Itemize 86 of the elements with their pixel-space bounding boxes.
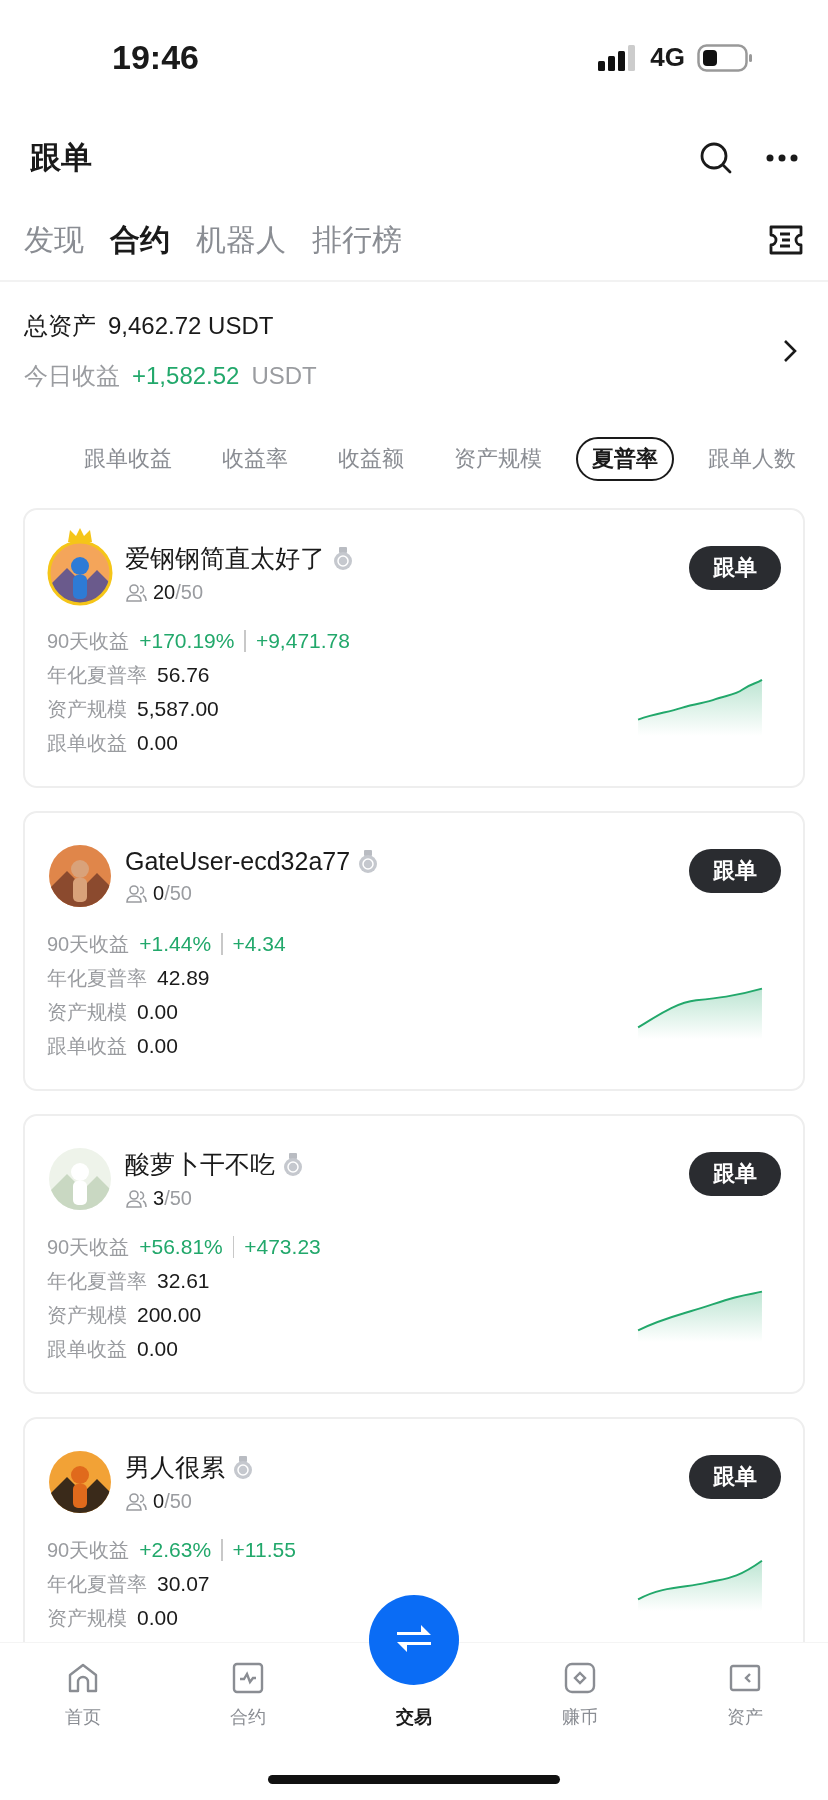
chevron-right-icon[interactable] bbox=[782, 338, 798, 364]
sort-chip[interactable]: 夏普率 bbox=[576, 437, 674, 481]
stat-label: 90天收益 bbox=[47, 931, 130, 957]
medal-icon bbox=[358, 849, 379, 874]
nav-label[interactable]: 赚币 bbox=[561, 1705, 598, 1729]
status-time: 19:46 bbox=[112, 38, 199, 77]
follower-count: 3 bbox=[153, 1187, 165, 1210]
currency-label: USDT bbox=[251, 362, 317, 390]
tab[interactable]: 发现 bbox=[24, 219, 84, 261]
stat-value: 30.07 bbox=[157, 1572, 210, 1596]
people-icon bbox=[125, 1188, 147, 1209]
today-profit-value: +1,582.52 bbox=[132, 362, 240, 390]
network-label: 4G bbox=[650, 42, 685, 73]
stat-value: 5,587.00 bbox=[137, 697, 219, 721]
sort-chip[interactable]: 资产规模 bbox=[438, 437, 558, 481]
follow-button[interactable]: 跟单 bbox=[689, 546, 781, 590]
follower-count: 20 bbox=[153, 581, 176, 604]
stat-value: 0.00 bbox=[137, 1606, 178, 1630]
stat-label: 90天收益 bbox=[47, 1234, 130, 1260]
stat-value: 0.00 bbox=[137, 1000, 178, 1024]
tab[interactable]: 合约 bbox=[110, 219, 170, 261]
people-icon bbox=[125, 1491, 147, 1512]
tab[interactable]: 排行榜 bbox=[312, 219, 402, 261]
trader-name: 男人很累 bbox=[125, 1452, 225, 1483]
follower-capacity: /50 bbox=[164, 1187, 192, 1210]
total-assets-label: 总资产 bbox=[24, 311, 96, 341]
stat-value: +2.63% bbox=[139, 1538, 212, 1562]
battery-icon bbox=[697, 43, 753, 72]
stat-value: +9,471.78 bbox=[255, 629, 350, 653]
sort-chip[interactable]: 收益率 bbox=[206, 437, 304, 481]
nav-label[interactable]: 资产 bbox=[727, 1705, 764, 1729]
medal-icon bbox=[233, 1455, 253, 1480]
follower-capacity: /50 bbox=[164, 882, 192, 905]
trader-name: GateUser-ecd32a77 bbox=[125, 847, 351, 876]
stat-value: +1.44% bbox=[139, 932, 212, 956]
stat-value: 0.00 bbox=[137, 731, 178, 755]
stat-label: 资产规模 bbox=[47, 696, 127, 722]
sort-chip[interactable]: 跟单收益 bbox=[68, 437, 188, 481]
follow-button[interactable]: 跟单 bbox=[689, 849, 781, 893]
stat-label: 90天收益 bbox=[47, 628, 130, 654]
stat-label: 跟单收益 bbox=[47, 1033, 127, 1059]
follower-count: 0 bbox=[153, 882, 165, 905]
stat-value: 32.61 bbox=[157, 1269, 210, 1293]
nav-label[interactable]: 合约 bbox=[230, 1705, 267, 1729]
stat-value: +4.34 bbox=[232, 932, 286, 956]
stat-value: 200.00 bbox=[137, 1303, 202, 1327]
stat-label: 资产规模 bbox=[47, 1605, 127, 1631]
medal-icon bbox=[333, 546, 353, 571]
stat-label: 90天收益 bbox=[47, 1537, 130, 1563]
stat-label: 年化夏普率 bbox=[47, 1268, 147, 1294]
stat-label: 年化夏普率 bbox=[47, 662, 147, 688]
stat-value: +170.19% bbox=[139, 629, 235, 653]
follower-capacity: /50 bbox=[164, 1490, 192, 1513]
stat-value: 0.00 bbox=[137, 1034, 178, 1058]
stat-value: +11.55 bbox=[232, 1538, 296, 1562]
medal-icon bbox=[283, 1152, 303, 1177]
stat-value: 42.89 bbox=[157, 966, 210, 990]
stat-value: 0.00 bbox=[137, 1337, 178, 1361]
stat-value: 56.76 bbox=[157, 663, 210, 687]
stat-label: 年化夏普率 bbox=[47, 1571, 147, 1597]
stat-value: +56.81% bbox=[139, 1235, 223, 1259]
people-icon bbox=[125, 582, 147, 603]
stat-label: 资产规模 bbox=[47, 1302, 127, 1328]
stat-label: 年化夏普率 bbox=[47, 965, 147, 991]
ticket-icon[interactable] bbox=[768, 224, 804, 256]
stat-label: 跟单收益 bbox=[47, 1336, 127, 1362]
stat-label: 跟单收益 bbox=[47, 730, 127, 756]
sort-chip[interactable]: 跟单人数 bbox=[692, 437, 812, 481]
stat-label: 资产规模 bbox=[47, 999, 127, 1025]
trader-name: 爱钢钢简直太好了 bbox=[125, 543, 325, 574]
sort-chip[interactable]: 收益额 bbox=[322, 437, 420, 481]
more-icon[interactable] bbox=[766, 153, 798, 162]
people-icon bbox=[125, 883, 147, 904]
chart-icon[interactable] bbox=[231, 1661, 266, 1695]
follow-button[interactable]: 跟单 bbox=[689, 1455, 781, 1499]
nav-label[interactable]: 交易 bbox=[396, 1705, 432, 1729]
stat-value: +473.23 bbox=[244, 1235, 321, 1259]
today-profit-label: 今日收益 bbox=[24, 361, 120, 391]
page-title: 跟单 bbox=[30, 138, 93, 177]
follower-count: 0 bbox=[153, 1490, 165, 1513]
nav-label[interactable]: 首页 bbox=[64, 1705, 101, 1729]
trader-name: 酸萝卜干不吃 bbox=[125, 1149, 275, 1180]
follower-capacity: /50 bbox=[175, 581, 204, 604]
total-assets-value: 9,462.72 USDT bbox=[108, 312, 274, 340]
tab[interactable]: 机器人 bbox=[196, 219, 286, 261]
follow-button[interactable]: 跟单 bbox=[689, 1152, 781, 1196]
